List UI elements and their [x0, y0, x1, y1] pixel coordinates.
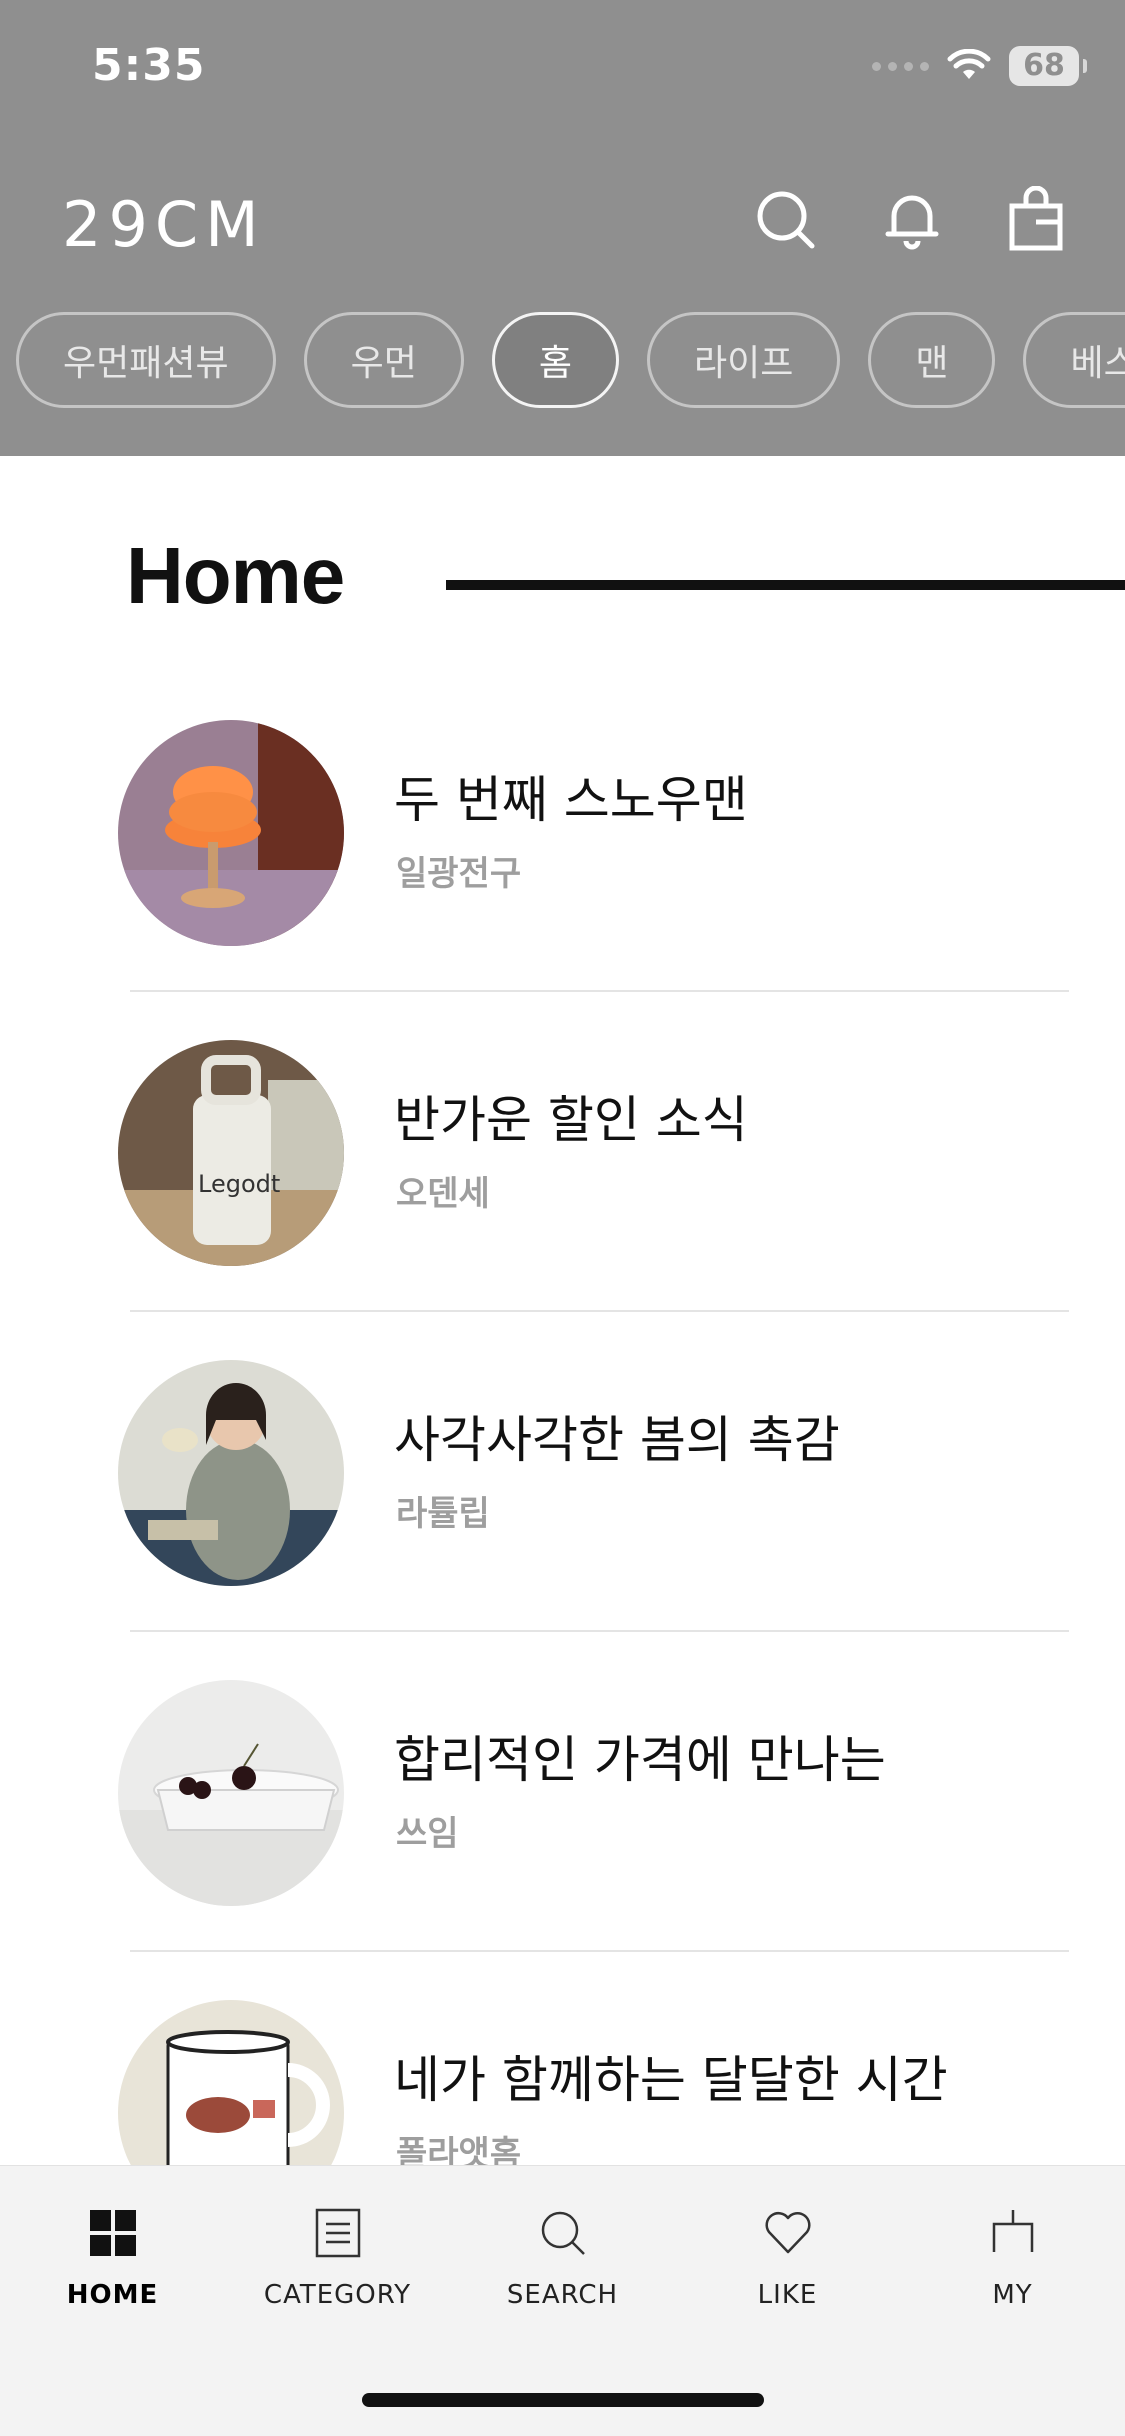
list-item[interactable]: Legodt 반가운 할인 소식 오덴세 — [0, 1020, 1125, 1340]
feature-list: 두 번째 스노우맨 일광전구 Legodt 반가운 할인 소식 오덴세 사각사각… — [0, 700, 1125, 2300]
chip-best[interactable]: 베스 — [1023, 312, 1125, 408]
list-item[interactable]: 합리적인 가격에 만나는 쓰임 — [0, 1660, 1125, 1980]
item-brand: 일광전구 — [396, 854, 522, 894]
title-rule — [446, 580, 1125, 590]
header: 5:35 68 29CM 우먼패션뷰 우먼 홈 라이프 맨 베스 — [0, 0, 1125, 456]
status-icons: 68 — [872, 46, 1087, 86]
list-item[interactable]: 사각사각한 봄의 촉감 라튤립 — [0, 1340, 1125, 1660]
item-brand: 쓰임 — [396, 1814, 459, 1854]
app-screen: 5:35 68 29CM 우먼패션뷰 우먼 홈 라이프 맨 베스 Home 두 … — [0, 0, 1125, 2436]
item-thumbnail: Legodt — [118, 1040, 344, 1266]
list-item[interactable]: 두 번째 스노우맨 일광전구 — [0, 700, 1125, 1020]
cellular-signal-icon — [872, 61, 929, 71]
tab-my[interactable]: MY — [900, 2206, 1125, 2310]
tab-search[interactable]: SEARCH — [450, 2206, 675, 2310]
brand-logo[interactable]: 29CM — [62, 188, 266, 261]
item-thumbnail — [118, 1360, 344, 1586]
list-icon — [311, 2206, 365, 2260]
tab-label: MY — [992, 2280, 1033, 2310]
wifi-icon — [947, 49, 991, 79]
item-title: 두 번째 스노우맨 — [394, 771, 748, 829]
item-thumbnail — [118, 720, 344, 946]
item-title: 네가 함께하는 달달한 시간 — [394, 2051, 948, 2109]
divider — [130, 990, 1069, 992]
chip-men[interactable]: 맨 — [868, 312, 996, 408]
divider — [130, 1630, 1069, 1632]
bottle-label: Legodt — [198, 1170, 280, 1198]
tab-like[interactable]: LIKE — [675, 2206, 900, 2310]
item-thumbnail — [118, 1680, 344, 1906]
category-chips: 우먼패션뷰 우먼 홈 라이프 맨 베스 — [16, 312, 1125, 408]
shopping-bag-icon[interactable] — [1002, 185, 1070, 254]
item-title: 사각사각한 봄의 촉감 — [394, 1411, 840, 1469]
divider — [130, 1950, 1069, 1952]
chip-life[interactable]: 라이프 — [646, 312, 841, 408]
grid-icon — [86, 2206, 140, 2260]
home-indicator — [362, 2393, 764, 2407]
user-icon — [986, 2206, 1040, 2260]
item-brand: 라튤립 — [396, 1494, 490, 1534]
search-icon[interactable] — [752, 186, 820, 254]
bell-icon[interactable] — [878, 186, 946, 254]
chip-women-fashion-beauty[interactable]: 우먼패션뷰 — [16, 312, 276, 408]
chip-home[interactable]: 홈 — [491, 312, 619, 408]
item-brand: 오덴세 — [396, 1174, 490, 1214]
search-icon — [536, 2206, 590, 2260]
divider — [130, 1310, 1069, 1312]
tab-home[interactable]: HOME — [0, 2206, 225, 2310]
heart-icon — [761, 2206, 815, 2260]
chip-women[interactable]: 우먼 — [303, 312, 464, 408]
item-title: 합리적인 가격에 만나는 — [394, 1731, 886, 1789]
tab-label: SEARCH — [506, 2280, 619, 2310]
tab-label: LIKE — [757, 2280, 818, 2310]
tab-label: CATEGORY — [263, 2280, 412, 2310]
status-time: 5:35 — [92, 40, 206, 91]
tab-label: HOME — [66, 2280, 159, 2310]
section-title: Home — [126, 531, 345, 620]
tab-category[interactable]: CATEGORY — [225, 2206, 450, 2310]
item-title: 반가운 할인 소식 — [394, 1091, 748, 1149]
battery-icon: 68 — [1009, 46, 1087, 86]
